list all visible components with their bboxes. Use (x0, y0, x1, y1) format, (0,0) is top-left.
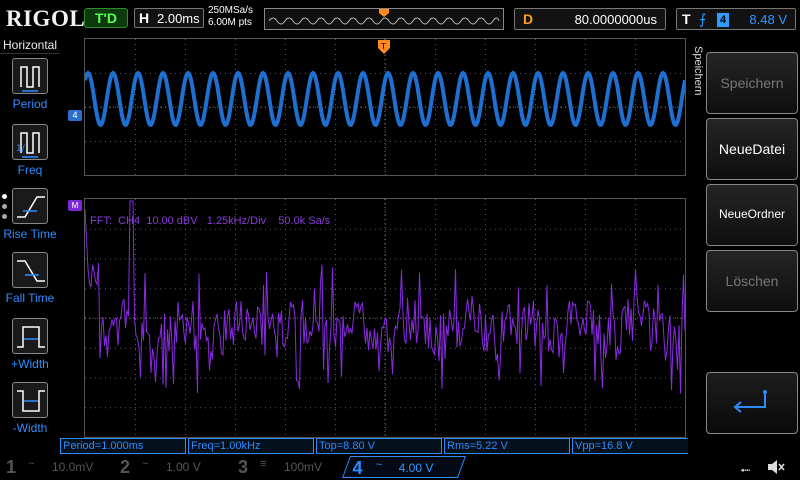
memory-position-bar[interactable] (264, 8, 504, 30)
trigger-box[interactable]: T ⨍ 4 8.48 V (676, 8, 796, 30)
pos-width-icon (12, 318, 48, 354)
measure-period-readout[interactable]: Period=1.000ms (60, 438, 186, 454)
fft-spectrum-area[interactable] (84, 198, 686, 438)
channel-status-bar: 1 ~10.0mV 2 ~1.00 V 3 ≡ 100mV 4 ~4.00 V ⭪ (0, 454, 800, 480)
fall-time-icon (12, 252, 48, 288)
memory-waveform-icon (268, 9, 500, 25)
measurement-bar: Period=1.000ms Freq=1.00kHz Top=8.80 V R… (60, 438, 700, 454)
rising-edge-icon: ⨍ (699, 11, 707, 27)
measure-neg-width-item[interactable]: -Width (0, 382, 60, 444)
measure-fall-time-item[interactable]: Fall Time (0, 252, 60, 314)
left-menu-title: Horizontal (0, 38, 60, 54)
timebase-value: 2.00ms (157, 11, 200, 26)
channel-3-tab[interactable]: 3 ≡ 100mV (232, 456, 344, 478)
measure-vpp-readout[interactable]: Vpp=16.8 V (572, 438, 698, 454)
right-menu-title: Speichern (692, 46, 704, 96)
memory-depth: 6.00M pts (208, 17, 252, 28)
ch4-sine-waveform (83, 39, 687, 175)
trigger-status-badge: T'D (84, 8, 128, 28)
measure-period-item[interactable]: Period (0, 58, 60, 120)
trigger-label: T (682, 11, 691, 27)
horizontal-measure-menu: Horizontal Period 1/ Freq Rise Time Fall… (0, 36, 60, 454)
delay-value: 80.0000000us (574, 12, 657, 27)
measure-freq-item[interactable]: 1/ Freq (0, 124, 60, 186)
measure-rise-time-item[interactable]: Rise Time (0, 188, 60, 250)
trigger-position-marker[interactable]: T (378, 40, 390, 56)
measure-top-readout[interactable]: Top=8.80 V (316, 438, 442, 454)
rigol-logo: RIGOL (6, 6, 86, 31)
svg-text:T: T (380, 42, 386, 51)
loeschen-button[interactable]: Löschen (706, 250, 798, 312)
channel-4-tab[interactable]: 4 ~4.00 V (341, 456, 467, 478)
neue-datei-button[interactable]: NeueDatei (706, 118, 798, 180)
acquisition-info: 250MSa/s 6.00M pts (208, 5, 253, 29)
trigger-source: 4 (717, 13, 729, 27)
timebase-label: H (139, 10, 150, 26)
delay-box[interactable]: D 80.0000000us (514, 8, 666, 30)
delay-label: D (523, 11, 534, 27)
rise-time-icon (12, 188, 48, 224)
math-offset-marker[interactable]: M (68, 200, 82, 211)
usb-icon: ⭪ (740, 462, 751, 478)
enter-button[interactable] (706, 372, 798, 434)
neg-width-icon (12, 382, 48, 418)
sample-rate: 250MSa/s (208, 5, 254, 16)
timebase-box[interactable]: H 2.00ms (134, 8, 204, 28)
time-domain-waveform-area[interactable] (83, 38, 687, 176)
trigger-level: 8.48 V (749, 12, 787, 27)
measure-freq-readout[interactable]: Freq=1.00kHz (188, 438, 314, 454)
enter-icon (733, 390, 767, 413)
top-status-bar: RIGOL T'D H 2.00ms 250MSa/s 6.00M pts D … (0, 0, 800, 36)
neue-ordner-button[interactable]: NeueOrdner (706, 184, 798, 246)
ch4-offset-marker[interactable]: 4 (68, 110, 82, 121)
freq-icon: 1/ (12, 124, 48, 160)
period-icon (12, 58, 48, 94)
channel-1-tab[interactable]: 1 ~10.0mV (0, 456, 112, 478)
measure-pos-width-item[interactable]: +Width (0, 318, 60, 380)
measure-rms-readout[interactable]: Rms=5.22 V (444, 438, 570, 454)
fft-info-label: FFT: CH4 10.00 dBV 1.25kHz/Div 50.0k Sa/… (90, 215, 331, 227)
channel-2-tab[interactable]: 2 ~1.00 V (114, 456, 230, 478)
speaker-muted-icon[interactable] (766, 458, 786, 476)
save-softkey-menu: Speichern Speichern NeueDatei NeueOrdner… (688, 38, 800, 454)
speichern-button[interactable]: Speichern (706, 52, 798, 114)
fft-spectrum-trace (84, 199, 686, 437)
svg-text:1/: 1/ (16, 144, 26, 154)
